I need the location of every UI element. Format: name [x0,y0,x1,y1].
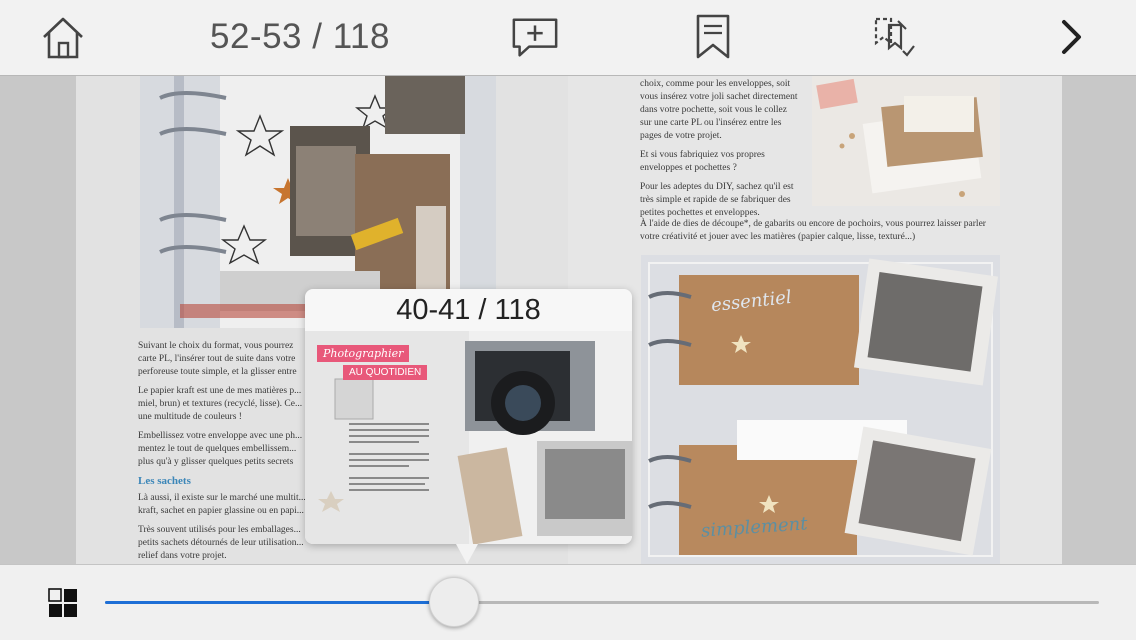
home-icon [43,17,83,59]
section-heading: Les sachets [138,475,191,487]
left-para-line: Suivant le choix du format, vous pourrez [138,341,294,351]
preview-pointer [456,544,478,564]
page-counter: 52-53 / 118 [210,17,390,56]
right-page: choix, comme pour les enveloppes, soit v… [568,76,1062,564]
top-toolbar: 52-53 / 118 [0,0,1136,76]
next-page-button[interactable] [1046,12,1096,62]
add-note-button[interactable] [510,12,560,62]
left-para: Très souvent utilisés pour les emballage… [138,525,304,561]
left-para-line: perforeuse toute simple, et la glisser e… [138,367,297,377]
grid-icon [48,588,77,617]
bookmarks-list-button[interactable] [868,12,918,62]
right-text-block: choix, comme pour les enveloppes, soit v… [640,78,800,226]
bookmark-icon [696,14,730,59]
left-para-line: carte PL, l'insérer tout de suite dans v… [138,354,296,364]
page-preview-popup[interactable]: 40-41 / 118 Photographier AU QUOTIDIEN [305,289,632,544]
left-para: Le papier kraft est une de mes matières … [138,386,303,422]
home-button[interactable] [38,12,88,62]
thumbnails-button[interactable] [48,588,78,618]
right-para: choix, comme pour les enveloppes, soit v… [640,79,798,141]
page-slider-track[interactable] [105,601,1099,604]
preview-badge-subtitle: AU QUOTIDIEN [343,365,428,380]
preview-badge-title: Photographier [317,345,410,362]
right-text-wide: À l'aide de dies de découpe*, de gabarit… [640,218,1002,250]
binder-cards-photo: essentiel simplement [641,255,1000,564]
right-para: À l'aide de dies de découpe*, de gabarit… [640,219,986,242]
envelopes-photo [812,76,1000,206]
right-para: Pour les adeptes du DIY, sachez qu'il es… [640,182,794,218]
left-para: Là aussi, il existe sur le marché une mu… [138,493,306,516]
chevron-right-icon [1062,20,1081,54]
add-comment-icon [512,18,558,57]
preview-thumbnail: Photographier AU QUOTIDIEN [305,331,632,544]
left-para: Embellissez votre enveloppe avec une ph.… [138,431,303,467]
right-para: Et si vous fabriquiez vos propres envelo… [640,150,765,173]
bottom-toolbar [0,564,1136,640]
page-slider-fill [105,601,453,604]
page-slider-thumb[interactable] [429,577,479,627]
bookmark-button[interactable] [688,12,738,62]
bookmarks-list-icon [874,17,915,57]
preview-page-counter: 40-41 / 118 [396,294,541,326]
left-text-block: Suivant le choix du format, vous pourrez… [138,340,308,564]
